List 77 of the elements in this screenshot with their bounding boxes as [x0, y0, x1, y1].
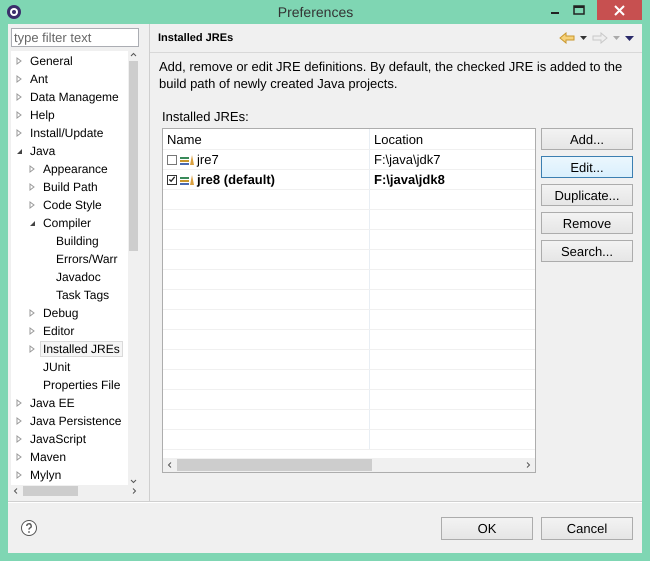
- tree-item[interactable]: Java: [27, 143, 58, 159]
- expand-icon[interactable]: [29, 183, 35, 191]
- back-arrow-icon[interactable]: [559, 32, 575, 44]
- library-icon: [180, 154, 194, 166]
- tree-item[interactable]: Mylyn: [27, 467, 64, 483]
- tree-item[interactable]: Maven: [27, 449, 70, 465]
- jre-table[interactable]: Name Location jre7 F:\java\jdk7 jre8 (default) F:\java\jdk8: [162, 128, 536, 473]
- jre-name: jre7: [197, 152, 219, 167]
- expand-icon[interactable]: [29, 201, 35, 209]
- side-button[interactable]: Add...: [541, 128, 633, 150]
- expand-icon[interactable]: [16, 453, 22, 461]
- jre-name: jre8 (default): [197, 172, 276, 187]
- expand-icon[interactable]: [16, 435, 22, 443]
- dialog-button[interactable]: Cancel: [541, 516, 633, 540]
- tree-item[interactable]: Install/Update: [27, 125, 106, 141]
- tree-item[interactable]: Task Tags: [53, 287, 112, 303]
- expand-icon[interactable]: [16, 57, 22, 65]
- page-title: Installed JREs: [158, 32, 234, 44]
- dialog-button[interactable]: OK: [441, 516, 533, 540]
- tree-item[interactable]: Properties File: [40, 377, 124, 393]
- side-button[interactable]: Edit...: [541, 156, 633, 178]
- collapse-icon[interactable]: [29, 220, 36, 226]
- expand-icon[interactable]: [16, 93, 22, 101]
- app-icon: [6, 4, 22, 20]
- expand-icon[interactable]: [16, 75, 22, 83]
- library-icon: [180, 174, 194, 186]
- jre-location: F:\java\jdk7: [374, 152, 440, 167]
- tree-item[interactable]: Data Manageme: [27, 89, 122, 105]
- column-header[interactable]: Name: [163, 129, 370, 149]
- dropdown-icon[interactable]: [580, 36, 587, 40]
- side-button[interactable]: Remove: [541, 212, 633, 234]
- expand-icon[interactable]: [29, 309, 35, 317]
- expand-icon[interactable]: [16, 417, 22, 425]
- tree-item[interactable]: Java Persistence: [27, 413, 124, 429]
- side-button[interactable]: Duplicate...: [541, 184, 633, 206]
- expand-icon[interactable]: [29, 165, 35, 173]
- expand-icon[interactable]: [29, 327, 35, 335]
- dropdown-icon: [613, 36, 620, 40]
- checkbox[interactable]: [167, 174, 177, 184]
- description-text: Add, remove or edit JRE definitions. By default, the checked JRE is added to the build path of newly created Java projects.: [159, 58, 624, 92]
- tree-item[interactable]: Ant: [27, 71, 52, 87]
- window-title: Preferences: [276, 4, 354, 20]
- tree-item[interactable]: Build Path: [40, 179, 101, 195]
- maximize-icon[interactable]: [573, 5, 585, 15]
- scroll-up-icon[interactable]: [128, 51, 139, 59]
- horizontal-scrollbar[interactable]: [163, 458, 535, 472]
- side-button[interactable]: Search...: [541, 240, 633, 262]
- tree-item[interactable]: Installed JREs: [40, 341, 123, 357]
- forward-arrow-icon: [592, 32, 608, 44]
- tree-item[interactable]: Debug: [40, 305, 82, 321]
- expand-icon[interactable]: [16, 471, 22, 479]
- collapse-icon[interactable]: [16, 148, 23, 154]
- scroll-down-icon[interactable]: [128, 477, 139, 485]
- list-label: Installed JREs:: [162, 109, 250, 124]
- jre-location: F:\java\jdk8: [374, 172, 445, 187]
- tree-item[interactable]: JUnit: [40, 359, 74, 375]
- tree-item[interactable]: Javadoc: [53, 269, 104, 285]
- tree-item[interactable]: Errors/Warr: [53, 251, 121, 267]
- tree-item[interactable]: Appearance: [40, 161, 111, 177]
- expand-icon[interactable]: [16, 129, 22, 137]
- filter-field[interactable]: type filter text: [11, 28, 139, 47]
- tree-item[interactable]: Editor: [40, 323, 78, 339]
- expand-icon[interactable]: [29, 345, 35, 353]
- tree-item[interactable]: Java EE: [27, 395, 78, 411]
- checkbox[interactable]: [167, 154, 177, 164]
- tree-item[interactable]: JavaScript: [27, 431, 90, 447]
- tree-item[interactable]: Compiler: [40, 215, 94, 231]
- expand-icon[interactable]: [16, 111, 22, 119]
- expand-icon[interactable]: [16, 399, 22, 407]
- tree-item[interactable]: Help: [27, 107, 58, 123]
- tree-item[interactable]: Building: [53, 233, 102, 249]
- tree-item[interactable]: General: [27, 53, 76, 69]
- close-icon[interactable]: [597, 0, 642, 20]
- help-icon[interactable]: [20, 519, 38, 537]
- tree-item[interactable]: Code Style: [40, 197, 105, 213]
- column-header[interactable]: Location: [370, 129, 535, 149]
- menu-icon[interactable]: [625, 36, 634, 40]
